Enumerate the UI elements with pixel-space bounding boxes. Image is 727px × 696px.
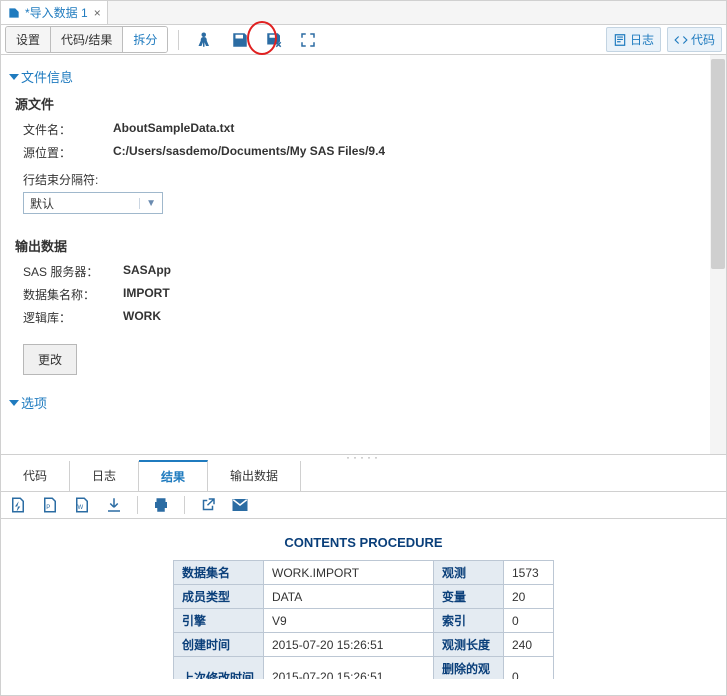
document-tab-bar: *导入数据 1 × [1,1,726,25]
btab-result[interactable]: 结果 [139,460,208,491]
dsname-label: 数据集名称： [23,286,123,303]
code-icon [674,33,688,47]
code-button-label: 代码 [691,31,715,48]
log-button-label: 日志 [630,31,654,48]
result-toolbar: P W [1,492,726,519]
proc-label: 观测 [434,561,504,585]
proc-label: 引擎 [174,609,264,633]
chevron-down-icon: ▼ [139,198,156,209]
document-tab-title: *导入数据 1 [25,4,88,21]
import-icon [7,6,21,20]
btab-output[interactable]: 输出数据 [208,461,301,491]
svg-text:P: P [46,505,50,511]
filename-label: 文件名： [23,121,113,138]
proc-label: 删除的观测 [434,657,504,680]
filename-value: AboutSampleData.txt [113,121,234,138]
log-icon [613,33,627,47]
document-tab[interactable]: *导入数据 1 × [1,1,108,24]
server-label: SAS 服务器： [23,263,123,280]
export-rtf-icon[interactable]: W [73,496,91,514]
btab-log[interactable]: 日志 [70,461,139,491]
row-delim-label: 行结束分隔符: [23,171,716,188]
proc-label: 数据集名 [174,561,264,585]
proc-value: 240 [504,633,554,657]
bottom-tab-bar: 代码 日志 结果 输出数据 [1,461,726,492]
section-options[interactable]: 选项 [11,393,716,412]
log-button[interactable]: 日志 [606,27,661,52]
proc-value: 2015-07-20 15:26:51 [264,633,434,657]
proc-value: 1573 [504,561,554,585]
email-icon[interactable] [231,496,249,514]
export-html-icon[interactable] [9,496,27,514]
change-button[interactable]: 更改 [23,344,77,375]
result-pane: CONTENTS PROCEDURE 数据集名WORK.IMPORT观测1573… [1,519,726,679]
table-row: 上次修改时间2015-07-20 15:26:51删除的观测0 [174,657,554,680]
proc-label: 观测长度 [434,633,504,657]
settings-pane: 文件信息 源文件 文件名： AboutSampleData.txt 源位置： C… [1,55,726,455]
scrollbar[interactable] [710,55,726,454]
save-as-icon[interactable] [265,31,283,49]
source-loc-label: 源位置： [23,144,113,161]
lib-row: 逻辑库： WORK [23,309,716,326]
proc-label: 变量 [434,585,504,609]
print-icon[interactable] [152,496,170,514]
svg-text:W: W [78,505,84,511]
proc-value: 20 [504,585,554,609]
proc-value: V9 [264,609,434,633]
proc-value: 2015-07-20 15:26:51 [264,657,434,680]
separator [137,496,138,514]
tab-settings[interactable]: 设置 [6,27,51,52]
section-file-info[interactable]: 文件信息 [11,67,716,86]
dsname-row: 数据集名称： IMPORT [23,286,716,303]
proc-value: DATA [264,585,434,609]
proc-label: 创建时间 [174,633,264,657]
change-button-label: 更改 [38,353,62,367]
proc-label: 上次修改时间 [174,657,264,680]
row-delim-select[interactable]: 默认 ▼ [23,192,163,214]
lib-label: 逻辑库： [23,309,123,326]
close-icon[interactable]: × [94,6,101,20]
filename-row: 文件名： AboutSampleData.txt [23,121,716,138]
save-icon[interactable] [231,31,249,49]
separator [178,30,179,50]
btab-code[interactable]: 代码 [1,461,70,491]
scrollbar-thumb[interactable] [711,59,725,269]
section-options-label: 选项 [21,393,47,412]
view-tab-group: 设置 代码/结果 拆分 [5,26,168,53]
source-file-heading: 源文件 [15,94,716,113]
proc-label: 成员类型 [174,585,264,609]
proc-value: 0 [504,657,554,680]
download-icon[interactable] [105,496,123,514]
source-loc-row: 源位置： C:/Users/sasdemo/Documents/My SAS F… [23,144,716,161]
open-new-icon[interactable] [199,496,217,514]
proc-value: 0 [504,609,554,633]
fullscreen-icon[interactable] [299,31,317,49]
row-delim-value: 默认 [30,195,54,212]
tab-code-result[interactable]: 代码/结果 [51,27,123,52]
dsname-value: IMPORT [123,286,170,303]
proc-value: WORK.IMPORT [264,561,434,585]
server-value: SASApp [123,263,171,280]
proc-label: 索引 [434,609,504,633]
tab-split[interactable]: 拆分 [123,27,167,52]
table-row: 数据集名WORK.IMPORT观测1573 [174,561,554,585]
proc-contents-table: 数据集名WORK.IMPORT观测1573成员类型DATA变量20引擎V9索引0… [173,560,554,679]
source-loc-value: C:/Users/sasdemo/Documents/My SAS Files/… [113,144,385,161]
table-row: 引擎V9索引0 [174,609,554,633]
table-row: 创建时间2015-07-20 15:26:51观测长度240 [174,633,554,657]
main-toolbar: 设置 代码/结果 拆分 日志 代码 [1,25,726,55]
section-file-info-label: 文件信息 [21,67,73,86]
lib-value: WORK [123,309,161,326]
output-data-heading: 输出数据 [15,236,716,255]
proc-title: CONTENTS PROCEDURE [15,535,712,550]
code-button[interactable]: 代码 [667,27,722,52]
server-row: SAS 服务器： SASApp [23,263,716,280]
table-row: 成员类型DATA变量20 [174,585,554,609]
run-icon[interactable] [197,31,215,49]
separator [184,496,185,514]
export-pdf-icon[interactable]: P [41,496,59,514]
